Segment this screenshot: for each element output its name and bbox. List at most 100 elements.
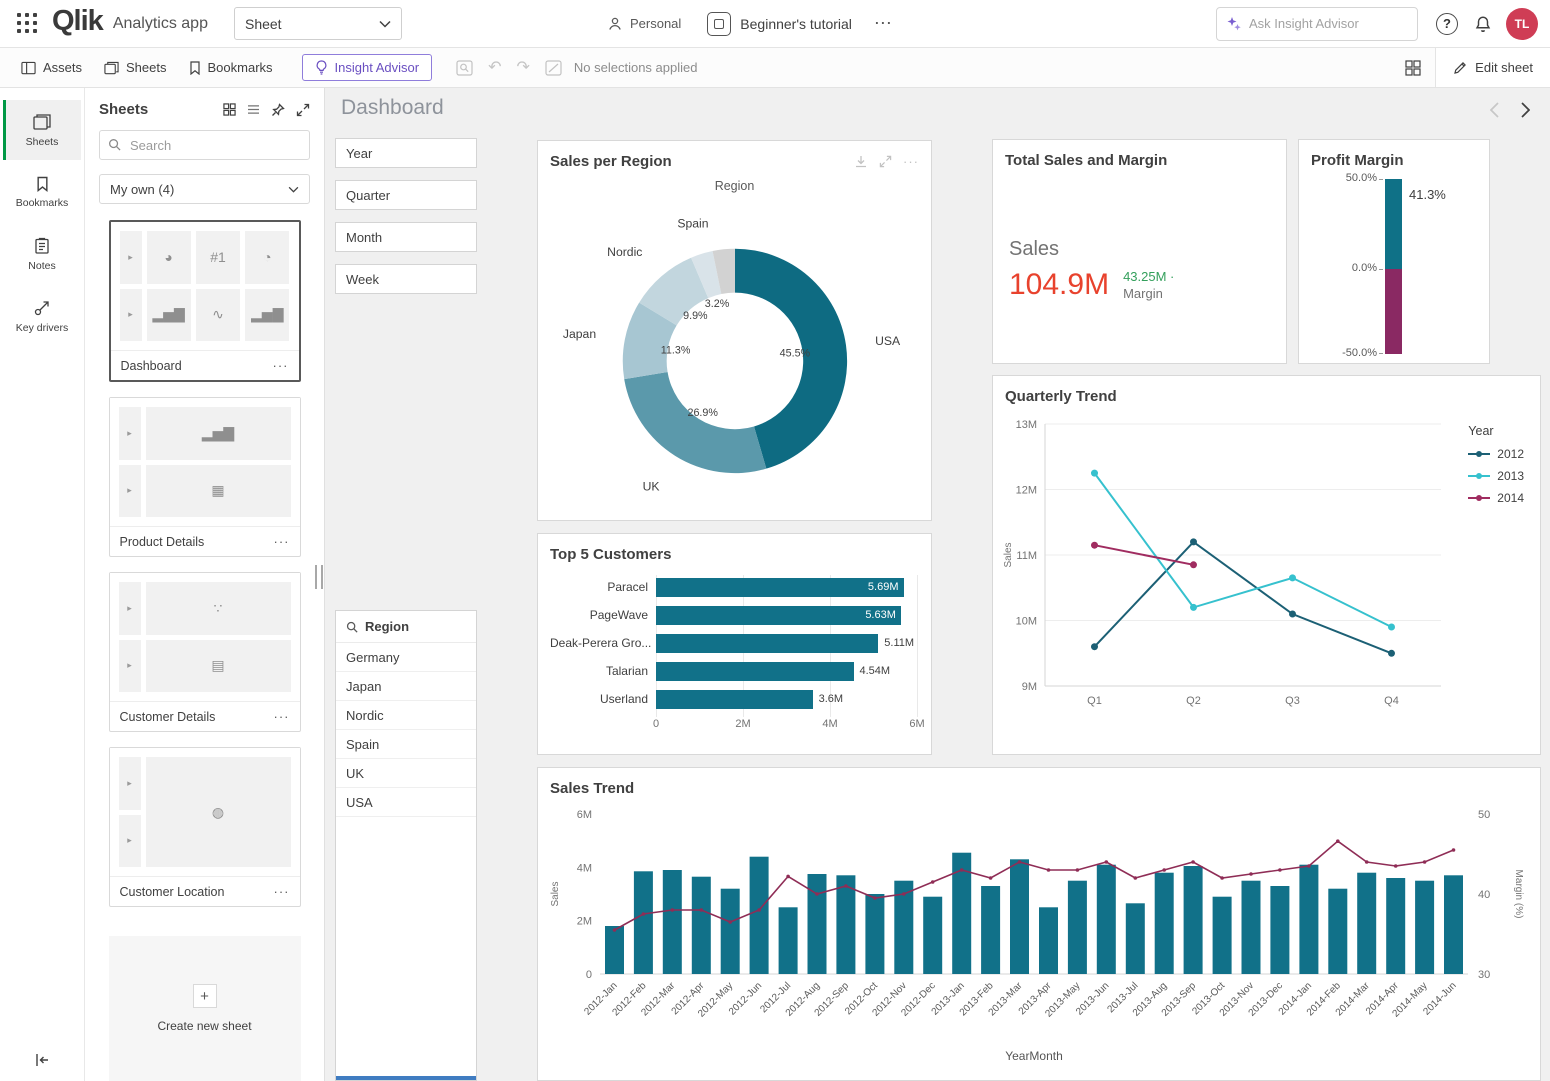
insight-advisor-input[interactable] <box>1249 16 1404 31</box>
panel-resize-handle[interactable] <box>315 565 323 589</box>
more-icon[interactable]: ··· <box>903 154 919 169</box>
sheet-thumbnail-dashboard[interactable]: ▸ ▸ ◕ #1 ◔ ▂▅▇ ∿ ▂▅▇ Dashboard ··· <box>108 220 301 382</box>
create-new-sheet-button[interactable]: + Create new sheet <box>108 936 301 1081</box>
quarterly-trend-chart[interactable]: 9M 10M 11M 12M 13M Q1 Q2 Q3 Q4 Sales <box>999 410 1454 740</box>
sheet-thumbnail-customer-details[interactable]: ▸ ▸ ∵ ▤ Customer Details ··· <box>108 572 301 732</box>
chevron-down-icon <box>379 20 391 28</box>
more-icon[interactable]: ··· <box>273 358 289 373</box>
region-option-usa[interactable]: USA <box>336 788 476 817</box>
bar-value-label: 5.11M <box>884 636 915 649</box>
region-option-germany[interactable]: Germany <box>336 643 476 672</box>
legend-item-2014[interactable]: 2014 <box>1468 491 1524 505</box>
region-option-japan[interactable]: Japan <box>336 672 476 701</box>
gauge-value: 41.3% <box>1409 187 1446 202</box>
donut-category-label: Spain <box>677 217 708 231</box>
sidebar-item-bookmarks[interactable]: Bookmarks <box>3 162 81 222</box>
filter-week[interactable]: Week <box>335 264 477 294</box>
data-point <box>1289 574 1296 582</box>
filter-quarter[interactable]: Quarter <box>335 180 477 210</box>
sheet-thumbnail-product-details[interactable]: ▸ ▸ ▂▅▇ ▦ Product Details ··· <box>108 397 301 557</box>
sidebar-item-key-drivers[interactable]: Key drivers <box>3 286 81 346</box>
app-launcher-icon[interactable] <box>12 9 42 39</box>
bar[interactable] <box>656 661 854 681</box>
expand-panel-icon[interactable] <box>296 103 310 117</box>
more-icon[interactable]: ··· <box>274 884 290 899</box>
sales-bar <box>836 875 856 974</box>
sales-bar <box>981 886 1001 974</box>
user-avatar[interactable]: TL <box>1506 7 1538 40</box>
donut-chart[interactable]: USA 45.5% UK 26.9% Japan 11.3% Nordic 9.9% Spain… <box>538 197 931 519</box>
bar[interactable] <box>656 633 879 653</box>
sheets-search-input[interactable] <box>99 130 310 160</box>
insight-advisor-searchbox[interactable] <box>1216 6 1418 41</box>
filter-year[interactable]: Year <box>335 138 477 168</box>
bar-row-userland[interactable]: Userland 3.6M <box>550 685 917 713</box>
region-option-uk[interactable]: UK <box>336 759 476 788</box>
region-option-spain[interactable]: Spain <box>336 730 476 759</box>
bar-row-talarian[interactable]: Talarian 4.54M <box>550 657 917 685</box>
step-forward-icon[interactable]: ↷ <box>516 59 529 76</box>
sheet-name: Dashboard <box>120 358 182 373</box>
trend-line-2012 <box>1093 540 1392 655</box>
kpi-primary-value: 104.9M <box>1009 268 1110 301</box>
bar-row-pagewave[interactable]: PageWave 5.63M <box>550 601 917 629</box>
space-selector[interactable]: Personal <box>607 16 681 32</box>
more-icon[interactable]: ··· <box>274 709 290 724</box>
clear-selections-icon[interactable] <box>545 59 562 76</box>
sheets-button[interactable]: Sheets <box>93 54 177 81</box>
sheet-overview-icon[interactable] <box>1391 59 1435 76</box>
legend-item-2012[interactable]: 2012 <box>1468 447 1524 461</box>
help-icon[interactable]: ? <box>1436 12 1458 35</box>
gauge-bar[interactable] <box>1385 179 1402 354</box>
sheet-selector-dropdown[interactable]: Sheet <box>233 7 402 40</box>
kpi-body[interactable]: Sales 104.9M 43.25M · Margin <box>1009 238 1174 302</box>
more-icon[interactable]: ··· <box>274 534 290 549</box>
margin-point <box>844 884 848 888</box>
collection-dropdown[interactable]: My own (4) <box>99 174 310 204</box>
sales-trend-chart[interactable]: 02M4M6M3040502012-Jan2012-Feb2012-Mar201… <box>544 802 1534 1074</box>
notifications-bell-icon[interactable] <box>1474 15 1492 33</box>
bookmarks-button[interactable]: Bookmarks <box>178 54 284 81</box>
margin-point <box>1046 868 1051 872</box>
collapse-panel-icon[interactable] <box>34 1053 50 1067</box>
list-view-icon[interactable] <box>247 104 260 115</box>
sidebar-item-sheets[interactable]: Sheets <box>3 100 81 160</box>
region-filter-listbox[interactable]: Region Germany Japan Nordic Spain UK USA <box>335 610 477 1081</box>
sidebar-item-notes[interactable]: Notes <box>3 224 81 284</box>
region-option-nordic[interactable]: Nordic <box>336 701 476 730</box>
bar[interactable] <box>656 689 813 709</box>
step-back-icon[interactable]: ↶ <box>488 59 501 76</box>
sales-bar <box>691 876 711 974</box>
sheets-panel: Sheets My own (4) ▸▸◕#1◔▂▅▇∿▂▅▇Dashboard… <box>85 88 325 1081</box>
legend-item-2013[interactable]: 2013 <box>1468 469 1524 483</box>
x-axis-tick: Q1 <box>1087 695 1102 707</box>
donut-slice-uk[interactable] <box>624 372 767 474</box>
pin-panel-icon[interactable] <box>271 102 285 117</box>
fullscreen-icon[interactable] <box>879 155 892 168</box>
sales-bar <box>1154 872 1174 974</box>
more-options-icon[interactable]: ⋯ <box>874 13 892 34</box>
app-title-button[interactable]: Beginner's tutorial <box>707 11 852 36</box>
sheet-thumbnail-customer-location[interactable]: ▸ ▸ ◍ Customer Location ··· <box>108 747 301 907</box>
insight-advisor-button[interactable]: Insight Advisor <box>301 54 433 81</box>
edit-sheet-button[interactable]: Edit sheet <box>1435 48 1550 87</box>
y-axis-tick: 12M <box>1016 485 1037 497</box>
selections-search-icon[interactable] <box>456 59 473 76</box>
bar-row-paracel[interactable]: Paracel 5.69M <box>550 573 917 601</box>
top5-bar-chart[interactable]: Paracel 5.69M PageWave 5.63M Deak-Perera Gro… <box>550 573 925 745</box>
x-axis-title: YearMonth <box>1005 1049 1063 1063</box>
grid-view-icon[interactable] <box>223 103 236 116</box>
margin-point <box>757 908 761 912</box>
next-sheet-icon[interactable] <box>1521 102 1530 118</box>
bar[interactable]: 5.69M <box>656 577 904 597</box>
filter-month[interactable]: Month <box>335 222 477 252</box>
bar-row-deak-perera-gro-[interactable]: Deak-Perera Gro... 5.11M <box>550 629 917 657</box>
line-chart-icon: ∿ <box>195 288 241 341</box>
download-icon[interactable] <box>854 155 868 169</box>
sheet-selector-value: Sheet <box>244 15 282 32</box>
sheet-toolbar: Assets Sheets Bookmarks Insight Advisor … <box>0 48 1550 88</box>
bar[interactable]: 5.63M <box>656 605 901 625</box>
assets-button[interactable]: Assets <box>10 54 93 81</box>
lightbulb-icon <box>315 60 328 75</box>
total-sales-margin-card: Total Sales and Margin Sales 104.9M 43.2… <box>992 139 1287 364</box>
